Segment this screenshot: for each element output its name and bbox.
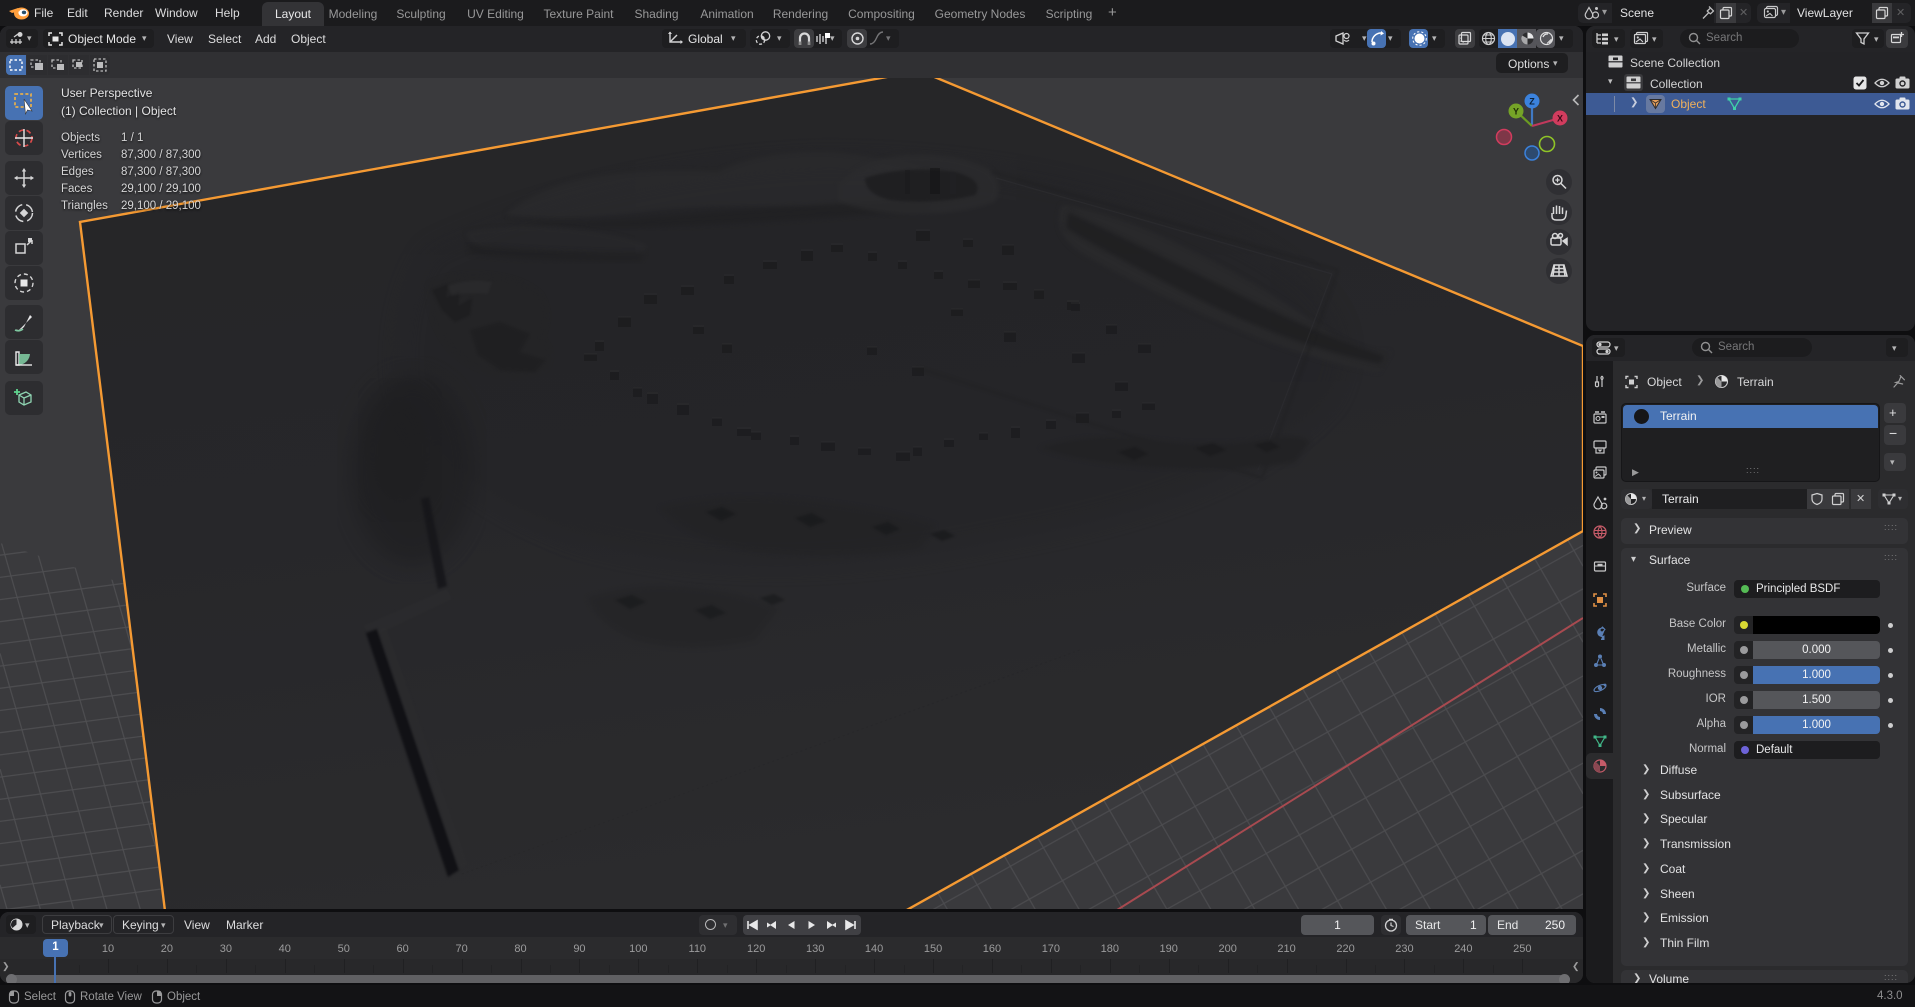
svg-text:X: X (1557, 114, 1563, 124)
svg-text:Z: Z (1529, 97, 1535, 107)
svg-text:Y: Y (1513, 107, 1519, 117)
